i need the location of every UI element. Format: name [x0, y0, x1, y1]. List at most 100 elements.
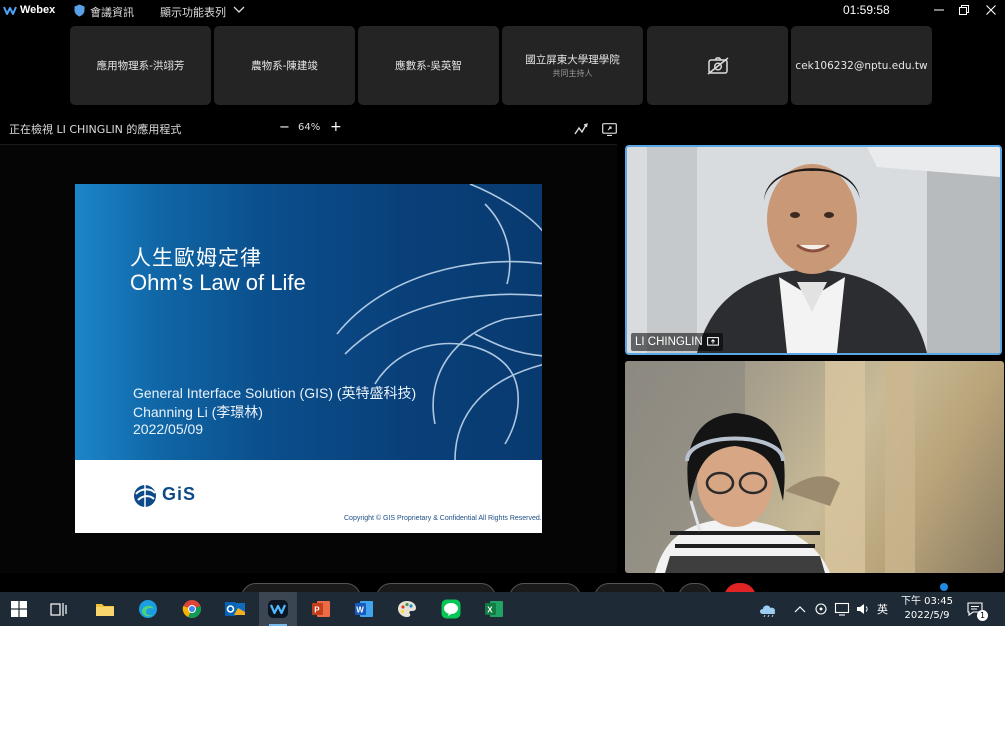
participant-tile[interactable]: 農物系-陳建竣 — [214, 26, 355, 105]
participants-button[interactable] — [594, 583, 666, 592]
powerpoint-icon: P — [312, 601, 330, 617]
popout-window-icon[interactable] — [602, 123, 617, 136]
line-app-icon — [441, 599, 461, 619]
zoom-out-button[interactable]: − — [279, 120, 290, 135]
start-button[interactable] — [0, 592, 38, 626]
chevron-down-icon[interactable] — [233, 6, 245, 14]
taskbar-excel[interactable]: X — [475, 592, 513, 626]
ime-indicator[interactable]: 英 — [877, 592, 888, 626]
annotate-icon[interactable] — [574, 123, 588, 136]
more-options-button[interactable] — [678, 583, 712, 592]
windows-logo-icon — [11, 601, 27, 617]
network-icon — [834, 602, 850, 616]
zoom-in-button[interactable]: + — [330, 119, 342, 135]
volume-icon — [857, 604, 868, 614]
title-bar: Webex 會議資訊 顯示功能表列 01:59:58 — [0, 0, 1005, 22]
show-hidden-icons-button[interactable] — [794, 592, 806, 626]
gis-logo: GiS — [131, 482, 211, 510]
network-button[interactable] — [834, 592, 850, 626]
weather-cloud-icon — [760, 605, 776, 617]
slide-title-chinese: 人生歐姆定律 — [130, 246, 262, 270]
meeting-timer: 01:59:58 — [843, 3, 890, 17]
zoom-level: 64% — [298, 122, 321, 133]
minimize-icon — [934, 9, 944, 11]
participant-name: cek106232@nptu.edu.tw — [795, 59, 928, 72]
participant-tile[interactable]: cek106232@nptu.edu.tw — [791, 26, 932, 105]
end-call-button[interactable] — [724, 583, 756, 592]
svg-text:W: W — [356, 606, 364, 615]
webex-logo-icon — [3, 6, 17, 15]
share-button[interactable] — [509, 583, 581, 592]
gis-logo-mark-icon — [134, 485, 156, 507]
show-menu-bar-button[interactable]: 顯示功能表列 — [160, 4, 226, 20]
volume-button[interactable] — [856, 592, 870, 626]
video-button[interactable] — [376, 583, 496, 592]
close-icon — [986, 5, 996, 15]
taskbar-edge[interactable] — [129, 592, 167, 626]
clock-date: 2022/5/9 — [904, 610, 950, 621]
participant-name: 國立屏東大學理學院 — [525, 54, 620, 66]
windows-taskbar: P W X 英 下午 03:45 2022/5/9 1 — [0, 592, 1005, 626]
taskbar-line[interactable] — [432, 592, 470, 626]
share-toolbar: 正在檢視 LI CHINGLIN 的應用程式 − 64% + — [0, 118, 620, 140]
viewing-app-label: 正在檢視 LI CHINGLIN 的應用程式 — [9, 123, 182, 136]
meeting-controls-bar — [0, 575, 1005, 592]
minimize-button[interactable] — [930, 2, 948, 18]
app-name: Webex — [20, 4, 56, 16]
close-button[interactable] — [982, 2, 1000, 18]
active-speaker-video[interactable]: LI CHINGLIN — [625, 145, 1002, 355]
participant-tile[interactable]: 國立屏東大學理學院 共同主持人 — [502, 26, 643, 105]
screen-share-indicator-icon — [706, 337, 719, 346]
taskbar-file-explorer[interactable] — [86, 592, 124, 626]
taskbar-paint[interactable] — [388, 592, 426, 626]
participant-video[interactable] — [625, 361, 1004, 573]
notification-count: 1 — [977, 610, 988, 621]
system-clock[interactable]: 下午 03:45 2022/5/9 — [901, 595, 953, 623]
slide-title-english: Ohm’s Law of Life — [130, 270, 306, 295]
chrome-icon — [182, 600, 201, 618]
outlook-icon — [225, 602, 245, 616]
speaker-video-feed — [627, 147, 1000, 353]
webex-window: Webex 會議資訊 顯示功能表列 01:59:58 應用物理系-洪翊芳 農物系… — [0, 0, 1005, 592]
taskbar-chrome[interactable] — [173, 592, 211, 626]
task-view-icon — [50, 603, 67, 616]
notification-center-button[interactable]: 1 — [966, 592, 988, 626]
weather-widget[interactable] — [758, 592, 778, 626]
participant-tile[interactable]: 應用物理系-洪翊芳 — [70, 26, 211, 105]
video-off-icon — [707, 56, 728, 75]
taskbar-outlook[interactable] — [216, 592, 254, 626]
participant-tile[interactable]: 應數系-吳英智 — [358, 26, 499, 105]
sync-icon — [815, 603, 827, 615]
mute-button[interactable] — [241, 583, 361, 592]
meeting-info-button[interactable]: 會議資訊 — [90, 4, 134, 20]
word-icon: W — [355, 601, 373, 617]
task-view-button[interactable] — [40, 592, 78, 626]
edge-icon — [139, 600, 157, 618]
restore-button[interactable] — [955, 2, 973, 18]
slide-company-line: General Interface Solution (GIS) (英特盛科技) — [133, 385, 417, 401]
participant-tile[interactable] — [647, 26, 788, 105]
svg-text:X: X — [487, 606, 493, 615]
clock-time: 下午 03:45 — [901, 596, 953, 607]
taskbar-powerpoint[interactable]: P — [302, 592, 340, 626]
participant-name: 應數系-吳英智 — [395, 60, 462, 72]
status-dot — [940, 583, 948, 591]
participant-name: 應用物理系-洪翊芳 — [96, 60, 185, 72]
chevron-up-icon — [794, 606, 806, 613]
ime-mode: 英 — [877, 603, 888, 616]
gis-logo-text: GiS — [162, 484, 197, 504]
speaker-name: LI CHINGLIN — [635, 336, 703, 348]
paint-palette-icon — [398, 601, 416, 617]
taskbar-word[interactable]: W — [345, 592, 383, 626]
webex-app-icon — [268, 600, 288, 618]
taskbar-webex[interactable] — [259, 592, 297, 626]
participant-name: 農物系-陳建竣 — [251, 60, 318, 72]
restore-icon — [959, 5, 969, 15]
folder-icon — [96, 604, 114, 616]
slide-copyright: Copyright © GIS Proprietary & Confidenti… — [344, 515, 542, 522]
slide-date-line: 2022/05/09 — [133, 421, 204, 437]
svg-text:P: P — [314, 606, 320, 615]
shield-icon[interactable] — [74, 4, 85, 17]
speaker-name-badge: LI CHINGLIN — [631, 333, 723, 351]
tray-sync-button[interactable] — [814, 592, 828, 626]
